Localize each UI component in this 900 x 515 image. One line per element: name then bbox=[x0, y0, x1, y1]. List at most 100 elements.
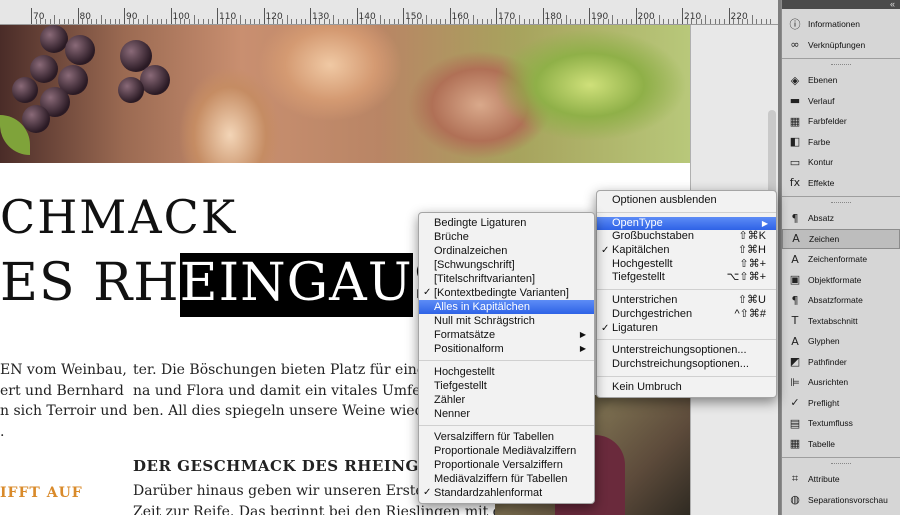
menu-item-positionalform[interactable]: Positionalform ▶ bbox=[419, 342, 594, 356]
menu-item-hochgestellt[interactable]: Hochgestellt ⇧⌘+ bbox=[597, 258, 776, 272]
menu-item-kapitälchen[interactable]: ✓ Kapitälchen ⇧⌘H bbox=[597, 244, 776, 258]
headline-line-1[interactable]: CHMACK bbox=[0, 190, 237, 244]
menu-item-ordinalzeichen[interactable]: Ordinalzeichen bbox=[419, 244, 594, 258]
menu-item-label: Unterstreichungsoptionen... bbox=[612, 344, 747, 357]
panel-item-informationen[interactable]: ⓘ Informationen bbox=[782, 14, 900, 35]
panel-item-attribute[interactable]: ⌗ Attribute bbox=[782, 469, 900, 490]
panel-item-absatz[interactable]: ¶ Absatz bbox=[782, 208, 900, 229]
panel-item-label: Zeichenformate bbox=[808, 254, 868, 265]
menu-item-hochgestellt[interactable]: Hochgestellt bbox=[419, 365, 594, 379]
ruler-tick bbox=[333, 15, 335, 24]
group-grip[interactable] bbox=[831, 463, 851, 466]
panel-item-kontur[interactable]: ▭ Kontur bbox=[782, 152, 900, 173]
menu-item-null-mit-schrägstrich[interactable]: Null mit Schrägstrich bbox=[419, 314, 594, 328]
selected-text[interactable]: EINGAU bbox=[179, 253, 413, 317]
panel-item-label: Tabelle bbox=[808, 438, 835, 449]
headline-line-2[interactable]: ES RHEINGAUS bbox=[0, 253, 449, 317]
panel-item-ueberfuellungsvorgaben[interactable]: ◫Überfüllungsvorgab… bbox=[782, 510, 900, 515]
ruler-tick bbox=[77, 8, 79, 24]
text-column-left[interactable]: EN vom Weinbau, ert und Bernhard n sich … bbox=[0, 360, 127, 442]
menu-item-tiefgestellt[interactable]: Tiefgestellt ⌥⇧⌘+ bbox=[597, 271, 776, 285]
panel-item-label: Preflight bbox=[808, 397, 840, 408]
panel-item-label: Pathfinder bbox=[808, 356, 847, 367]
menu-item-nenner[interactable]: Nenner bbox=[419, 407, 594, 421]
menu-item-großbuchstaben[interactable]: Großbuchstaben ⇧⌘K bbox=[597, 230, 776, 244]
grape-photo[interactable] bbox=[0, 25, 690, 163]
menu-item-standardzahlenformat[interactable]: ✓ Standardzahlenformat bbox=[419, 486, 594, 500]
menu-item-bedingte-ligaturen[interactable]: Bedingte Ligaturen bbox=[419, 216, 594, 230]
verlauf-icon: ▬ bbox=[789, 94, 801, 108]
menu-item-alles-in-kapitälchen[interactable]: Alles in Kapitälchen bbox=[419, 300, 594, 314]
menu-item-versalziffern-für-tabellen[interactable]: Versalziffern für Tabellen bbox=[419, 430, 594, 444]
menu-item-mediävalziffern-für-tabellen[interactable]: Mediävalziffern für Tabellen bbox=[419, 472, 594, 486]
menu-separator bbox=[597, 211, 776, 213]
panel-item-absatzformate[interactable]: ¶ Absatzformate bbox=[782, 290, 900, 311]
menu-item-durchgestrichen[interactable]: Durchgestrichen ^⇧⌘# bbox=[597, 308, 776, 322]
orange-heading[interactable]: IFFT AUF bbox=[0, 485, 83, 501]
menu-item-unterstrichen[interactable]: Unterstrichen ⇧⌘U bbox=[597, 294, 776, 308]
ruler-tick bbox=[124, 8, 125, 24]
panel-item-separationsvorschau[interactable]: ◍ Separationsvorschau bbox=[782, 490, 900, 511]
panel-item-farbe[interactable]: ◧ Farbe bbox=[782, 132, 900, 153]
menu-item-unterstreichungsoptionen[interactable]: Unterstreichungsoptionen... bbox=[597, 344, 776, 358]
menu-item-schwungschrift[interactable]: [Schwungschrift] bbox=[419, 258, 594, 272]
grape bbox=[30, 55, 58, 83]
panel-item-textumfluss[interactable]: ▤ Textumfluss bbox=[782, 413, 900, 434]
menu-separator bbox=[597, 289, 776, 291]
panel-item-textabschnitt[interactable]: T Textabschnitt bbox=[782, 311, 900, 332]
menu-item-label: Zähler bbox=[434, 394, 466, 406]
menu-item-proportionale-mediävalziffern[interactable]: Proportionale Mediävalziffern bbox=[419, 444, 594, 458]
panel-item-verknuepfungen[interactable]: ∞ Verknüpfungen bbox=[782, 35, 900, 56]
group-grip[interactable] bbox=[831, 202, 851, 205]
menu-item-durchstreichungsoptionen[interactable]: Durchstreichungsoptionen... bbox=[597, 358, 776, 372]
menu-item-optionen-ausblenden[interactable]: Optionen ausblenden bbox=[597, 194, 776, 208]
panel-item-zeichenformate[interactable]: A Zeichenformate bbox=[782, 249, 900, 270]
panel-item-glyphen[interactable]: A Glyphen bbox=[782, 331, 900, 352]
menu-item-zähler[interactable]: Zähler bbox=[419, 393, 594, 407]
menu-item-label: Unterstrichen bbox=[612, 294, 678, 307]
panel-dock[interactable]: « ⓘ Informationen ∞ Verknüpfungen ◈ Ebenen ▬ Ve… bbox=[781, 0, 900, 515]
panel-dock-header[interactable]: « bbox=[782, 0, 900, 9]
panel-item-ebenen[interactable]: ◈ Ebenen bbox=[782, 70, 900, 91]
panel-item-objektformate[interactable]: ▣ Objektformate bbox=[782, 270, 900, 291]
attribute-icon: ⌗ bbox=[791, 472, 799, 486]
menu-separator bbox=[419, 425, 594, 426]
menu-item-tiefgestellt[interactable]: Tiefgestellt bbox=[419, 379, 594, 393]
character-panel-menu: Optionen ausblenden OpenType ▶ Großbuchstab… bbox=[596, 190, 777, 399]
menu-separator bbox=[597, 375, 776, 377]
menu-item-formatsätze[interactable]: Formatsätze ▶ bbox=[419, 328, 594, 342]
grape bbox=[140, 65, 170, 95]
menu-item-kein-umbruch[interactable]: Kein Umbruch bbox=[597, 381, 776, 395]
group-grip[interactable] bbox=[831, 64, 851, 67]
panel-item-verlauf[interactable]: ▬ Verlauf bbox=[782, 91, 900, 112]
informationen-icon: ⓘ bbox=[789, 18, 801, 32]
menu-item-label: Optionen ausblenden bbox=[612, 194, 717, 206]
panel-item-label: Attribute bbox=[808, 474, 840, 485]
ruler-tick bbox=[54, 15, 56, 24]
menu-item-label: Hochgestellt bbox=[612, 257, 673, 270]
menu-item-opentype[interactable]: OpenType ▶ bbox=[597, 216, 776, 231]
menu-item-label: Kein Umbruch bbox=[612, 380, 682, 393]
collapse-icon[interactable]: « bbox=[890, 0, 895, 9]
panel-item-zeichen[interactable]: A Zeichen bbox=[782, 228, 900, 249]
ruler-tick bbox=[751, 15, 753, 24]
menu-item-brüche[interactable]: Brüche bbox=[419, 230, 594, 244]
panel-item-farbfelder[interactable]: ▦ Farbfelder bbox=[782, 111, 900, 132]
panel-item-preflight[interactable]: ✓ Preflight bbox=[782, 393, 900, 414]
menu-item-titelschriftvarianten[interactable]: [Titelschriftvarianten] bbox=[419, 272, 594, 286]
panel-item-effekte[interactable]: fx Effekte bbox=[782, 173, 900, 194]
panel-item-tabelle[interactable]: ▦ Tabelle bbox=[782, 434, 900, 455]
menu-item-ligaturen[interactable]: ✓ Ligaturen bbox=[597, 322, 776, 336]
subheading[interactable]: DER GESCHMACK DES RHEINGAUS bbox=[133, 457, 456, 475]
horizontal-ruler[interactable]: 70 80 90 100 110 120 130 140 150 160 170 180 190 200 2… bbox=[0, 0, 778, 25]
ruler-tick bbox=[310, 8, 311, 24]
menu-item-proportionale-versalziffern[interactable]: Proportionale Versalziffern bbox=[419, 458, 594, 472]
checkmark-icon: ✓ bbox=[601, 322, 610, 334]
menu-item-kontextbedingte-varianten[interactable]: ✓ [Kontextbedingte Varianten] bbox=[419, 286, 594, 300]
menu-item-label: Kapitälchen bbox=[612, 244, 670, 257]
panel-item-pathfinder[interactable]: ◩ Pathfinder bbox=[782, 352, 900, 373]
panel-item-label: Separationsvorschau bbox=[808, 494, 888, 505]
menu-item-label: Ordinalzeichen bbox=[434, 245, 508, 257]
textumfluss-icon: ▤ bbox=[789, 416, 801, 430]
panel-item-ausrichten[interactable]: ⊫ Ausrichten bbox=[782, 372, 900, 393]
